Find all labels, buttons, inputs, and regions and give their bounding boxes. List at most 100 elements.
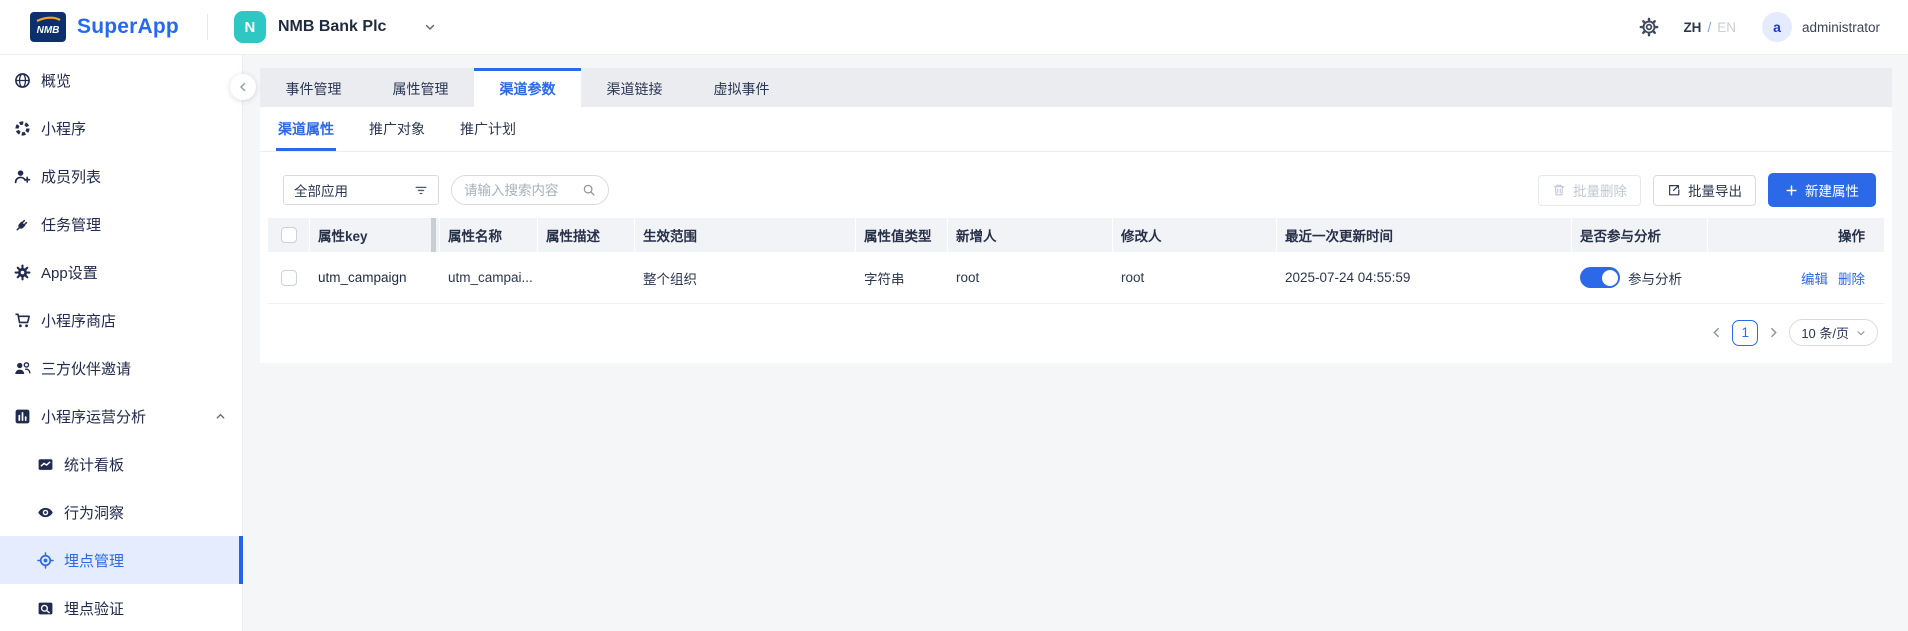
chevron-up-icon: [215, 411, 226, 422]
col-header-actions: 操作: [1838, 229, 1865, 244]
partners-icon: [13, 359, 31, 377]
page-size-select[interactable]: 10 条/页: [1789, 319, 1878, 346]
prev-page-button[interactable]: [1711, 327, 1722, 338]
export-icon: [1667, 183, 1681, 197]
col-header-analysis: 是否参与分析: [1572, 218, 1708, 252]
tab-attribute-management[interactable]: 属性管理: [367, 68, 474, 107]
chevron-left-icon: [239, 82, 246, 92]
topbar-right: ZH / EN a administrator: [1639, 12, 1880, 42]
toolbar: 全部应用 请输入搜索内容 批量删除 批量导出 新建属性: [283, 173, 1876, 207]
sidebar-item-label: 行为洞察: [64, 504, 125, 522]
sidebar-item-app-settings[interactable]: App设置: [0, 248, 242, 296]
language-switcher[interactable]: ZH / EN: [1683, 20, 1736, 35]
tab-virtual-events[interactable]: 虚拟事件: [688, 68, 795, 107]
col-header-updated-at: 最近一次更新时间: [1277, 218, 1572, 252]
username: administrator: [1801, 19, 1880, 35]
app-filter-value: 全部应用: [294, 184, 348, 199]
sidebar-item-label: 成员列表: [41, 168, 102, 186]
cell-modifier: root: [1121, 270, 1145, 285]
sidebar: 概览 小程序 成员列表 任务管理 App设置 小程序商店 三方伙伴邀请 小程序运…: [0, 55, 243, 631]
sidebar-item-tasks[interactable]: 任务管理: [0, 200, 242, 248]
sidebar-item-members[interactable]: 成员列表: [0, 152, 242, 200]
gear-icon: [13, 263, 31, 281]
sidebar-item-label: 任务管理: [41, 216, 102, 234]
svg-text:NMB: NMB: [37, 25, 60, 36]
cell-scope: 整个组织: [643, 271, 697, 287]
sidebar-item-tracking-verify[interactable]: 埋点验证: [0, 584, 242, 631]
next-page-button[interactable]: [1768, 327, 1779, 338]
page-size-value: 10 条/页: [1801, 326, 1849, 341]
sidebar-item-store[interactable]: 小程序商店: [0, 296, 242, 344]
edit-link[interactable]: 编辑: [1801, 268, 1828, 288]
col-header-value-type: 属性值类型: [856, 218, 948, 252]
select-all-checkbox[interactable]: [280, 227, 297, 243]
cart-icon: [13, 311, 31, 329]
cell-key: utm_campaign: [318, 270, 407, 285]
trash-icon: [1552, 183, 1566, 197]
sidebar-collapse-button[interactable]: [230, 74, 256, 100]
user-menu[interactable]: a administrator: [1761, 12, 1880, 42]
subtab-promotion-plans[interactable]: 推广计划: [460, 107, 516, 151]
brand: NMB SuperApp: [30, 12, 179, 42]
sidebar-item-stats-board[interactable]: 统计看板: [0, 440, 242, 488]
tracking-verify-icon: [36, 599, 54, 617]
sidebar-item-label: 埋点管理: [64, 552, 125, 570]
chevron-down-icon: [424, 21, 436, 33]
col-header-creator: 新增人: [948, 218, 1113, 252]
new-attribute-button[interactable]: 新建属性: [1768, 173, 1876, 207]
search-icon[interactable]: [582, 183, 596, 197]
col-header-key: 属性key: [310, 218, 440, 252]
cell-updated-at: 2025-07-24 04:55:59: [1285, 270, 1411, 285]
avatar: a: [1761, 12, 1792, 42]
sidebar-item-overview[interactable]: 概览: [0, 56, 242, 104]
sidebar-item-behavior-insight[interactable]: 行为洞察: [0, 488, 242, 536]
settings-gear-button[interactable]: [1639, 17, 1659, 37]
analysis-label: 参与分析: [1628, 271, 1682, 287]
gear-icon: [1639, 17, 1659, 37]
pagination: 1 10 条/页: [260, 304, 1892, 363]
page-number[interactable]: 1: [1732, 319, 1759, 346]
sidebar-item-analytics[interactable]: 小程序运营分析: [0, 392, 242, 440]
batch-delete-button[interactable]: 批量删除: [1538, 174, 1641, 206]
subtab-promotion-objects[interactable]: 推广对象: [369, 107, 425, 151]
search-input[interactable]: [464, 182, 574, 198]
chevron-right-icon: [1771, 327, 1778, 338]
app-filter-dropdown[interactable]: 全部应用: [283, 175, 439, 205]
batch-export-label: 批量导出: [1688, 184, 1742, 199]
sidebar-item-label: 概览: [41, 72, 72, 90]
sidebar-item-miniprogram[interactable]: 小程序: [0, 104, 242, 152]
cell-value-type: 字符串: [864, 271, 905, 287]
channel-parameters-panel: 渠道属性 推广对象 推广计划 全部应用 请输入搜索内容 批量删除 批量导出 新建…: [260, 107, 1892, 363]
subtab-channel-attributes[interactable]: 渠道属性: [276, 107, 336, 151]
batch-delete-label: 批量删除: [1573, 184, 1627, 199]
lang-zh[interactable]: ZH: [1683, 20, 1701, 35]
delete-link[interactable]: 删除: [1838, 268, 1865, 288]
globe-icon: [13, 71, 31, 89]
lang-en[interactable]: EN: [1717, 20, 1736, 35]
tracking-point-icon: [36, 551, 54, 569]
batch-export-button[interactable]: 批量导出: [1653, 174, 1756, 206]
cell-creator: root: [956, 270, 980, 285]
member-add-icon: [13, 167, 31, 185]
chevron-down-icon: [1856, 328, 1866, 338]
top-bar: NMB SuperApp N NMB Bank Plc ZH / EN a ad…: [0, 0, 1908, 55]
tab-event-management[interactable]: 事件管理: [260, 68, 367, 107]
search-box: [451, 175, 609, 205]
sidebar-item-tracking-management[interactable]: 埋点管理: [0, 536, 243, 584]
sub-tab-bar: 渠道属性 推广对象 推广计划: [260, 107, 1892, 152]
sidebar-item-partners[interactable]: 三方伙伴邀请: [0, 344, 242, 392]
tab-channel-parameters[interactable]: 渠道参数: [474, 68, 581, 107]
row-checkbox[interactable]: [281, 269, 297, 286]
table-header-row: 属性key 属性名称 属性描述 生效范围 属性值类型 新增人 修改人 最近一次更…: [268, 218, 1884, 252]
dashboard-chart-icon: [36, 455, 54, 473]
tab-channel-links[interactable]: 渠道链接: [581, 68, 688, 107]
plus-icon: [1785, 184, 1798, 197]
analysis-toggle[interactable]: [1580, 267, 1620, 288]
sidebar-item-label: 埋点验证: [64, 600, 125, 618]
filter-lines-icon: [414, 183, 428, 197]
sidebar-item-label: 小程序: [41, 120, 87, 138]
topbar-divider: [206, 14, 208, 40]
app-root: NMB SuperApp N NMB Bank Plc ZH / EN a ad…: [0, 0, 1908, 631]
eye-icon: [36, 503, 54, 521]
org-switcher[interactable]: N NMB Bank Plc: [233, 11, 436, 43]
